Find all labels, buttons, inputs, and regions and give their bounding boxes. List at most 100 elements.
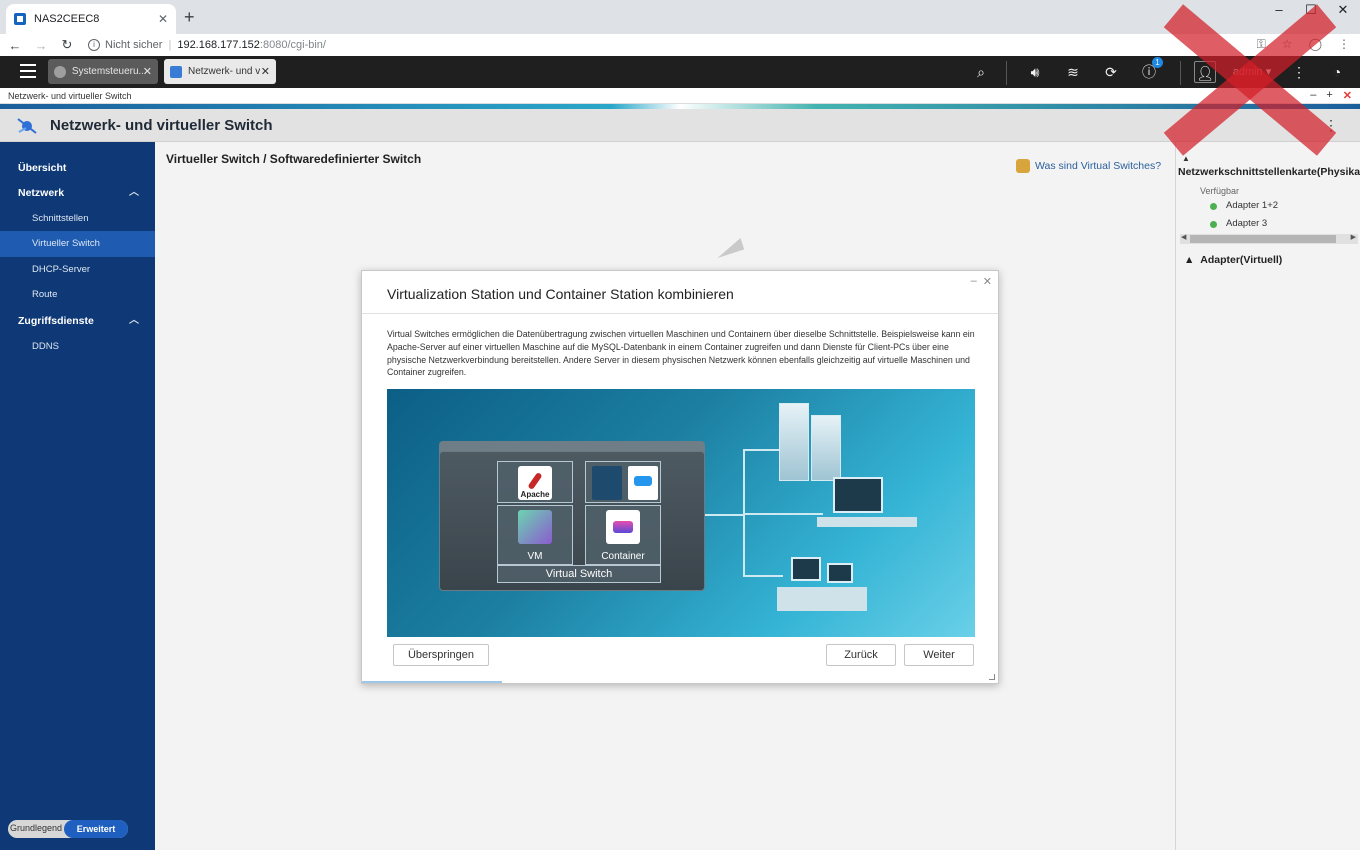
url-path[interactable]: :8080/cgi-bin/	[260, 39, 326, 51]
minimize-icon[interactable]: –	[971, 275, 977, 288]
chevron-up-icon: ︿	[129, 187, 139, 198]
monitor-icon	[791, 557, 821, 581]
wizard-dialog: – ✕ Virtualization Station und Container…	[361, 270, 999, 684]
maximize-icon[interactable]: ☐	[1302, 2, 1320, 18]
app-tab-label: Netzwerk- und v...	[188, 66, 260, 77]
reload-icon[interactable]: ↻	[56, 37, 78, 53]
network-switch-icon	[170, 65, 182, 78]
security-label: Nicht sicher	[105, 39, 163, 51]
sidebar-item-ddns[interactable]: DDNS	[0, 334, 155, 360]
scroll-left-icon[interactable]: ◀	[1181, 233, 1186, 241]
qnap-favicon-icon	[14, 13, 26, 25]
virtual-adapter-section-title[interactable]: ▲ Adapter(Virtuell)	[1184, 254, 1282, 266]
window-title: Netzwerk- und virtueller Switch	[8, 91, 132, 101]
apache-label: Apache	[520, 490, 550, 499]
mode-advanced-label[interactable]: Erweitert	[64, 820, 128, 838]
sidebar-group-zugriffsdienste[interactable]: Zugriffsdienste ︿	[0, 308, 155, 334]
virtualization-station-icon	[518, 510, 552, 544]
mode-basic-label[interactable]: Grundlegend	[10, 823, 62, 833]
sidebar-item-label: Route	[32, 289, 58, 300]
desk-icon	[777, 587, 867, 611]
skip-button[interactable]: Überspringen	[393, 644, 489, 666]
connection-line	[743, 513, 823, 515]
progress-indicator	[362, 681, 502, 683]
virtual-adapter-title-label: Adapter(Virtuell)	[1200, 254, 1283, 266]
background-tasks-icon[interactable]: ≋	[1062, 61, 1084, 83]
app-more-icon[interactable]: ⋮	[1324, 117, 1338, 134]
browser-tab[interactable]: NAS2CEEC8 ✕	[6, 4, 176, 34]
info-icon[interactable]: i	[88, 39, 100, 51]
scroll-right-icon[interactable]: ▶	[1351, 233, 1356, 241]
app-tab-systemsteuerung[interactable]: Systemsteueru... ✕	[48, 59, 158, 84]
hamburger-menu-icon[interactable]	[20, 64, 36, 78]
star-icon[interactable]: ☆	[1282, 37, 1293, 52]
close-icon[interactable]: ✕	[261, 65, 270, 78]
help-guide-icon	[1016, 159, 1030, 173]
dashboard-gauge-icon[interactable]: ◔	[1326, 61, 1348, 83]
mysql-logo-icon	[592, 466, 622, 500]
new-tab-plus-icon[interactable]: +	[184, 8, 195, 26]
container-label: Container	[601, 551, 645, 562]
sidebar-group-netzwerk[interactable]: Netzwerk ︿	[0, 180, 155, 206]
browser-actions: ⚿ ☆ ◯ ⋮	[1257, 37, 1350, 52]
mode-toggle[interactable]: Grundlegend Erweitert	[8, 820, 128, 838]
adapter-item[interactable]: Adapter 3	[1226, 218, 1267, 229]
connection-line	[705, 514, 745, 516]
monitor-icon	[833, 477, 883, 513]
sidebar: Übersicht Netzwerk ︿ Schnittstellen Virt…	[0, 142, 155, 850]
adapter-item[interactable]: Adapter 1+2	[1226, 200, 1278, 211]
back-arrow-icon[interactable]: ←	[4, 38, 26, 53]
search-icon[interactable]: ⌕	[970, 61, 992, 83]
adapter-panel: ▲ Netzwerkschnittstellenkarte(Physikalis…	[1175, 142, 1360, 850]
paper-plane-icon	[713, 237, 745, 259]
more-options-icon[interactable]: ⋮	[1288, 61, 1310, 83]
close-icon[interactable]: ✕	[983, 275, 992, 288]
container-station-icon	[606, 510, 640, 544]
url-host[interactable]: 192.168.177.152	[177, 39, 260, 51]
sidebar-item-dhcp-server[interactable]: DHCP-Server	[0, 257, 155, 283]
sidebar-item-schnittstellen[interactable]: Schnittstellen	[0, 206, 155, 232]
app-title: Netzwerk- und virtueller Switch	[50, 117, 273, 134]
minimize-icon[interactable]: –	[1310, 89, 1316, 102]
vm-block: VM	[497, 505, 573, 565]
key-icon[interactable]: ⚿	[1257, 37, 1266, 52]
help-link-label: Was sind Virtual Switches?	[1035, 160, 1162, 172]
close-tab-icon[interactable]: ✕	[158, 12, 168, 26]
close-icon[interactable]: ✕	[1343, 89, 1352, 102]
address-bar: ← → ↻ i Nicht sicher | 192.168.177.152 :…	[0, 34, 1360, 56]
forward-arrow-icon[interactable]: →	[30, 38, 52, 53]
dialog-title: Virtualization Station und Container Sta…	[387, 286, 734, 302]
sidebar-item-virtueller-switch[interactable]: Virtueller Switch	[0, 231, 155, 257]
horizontal-scrollbar[interactable]: ◀ ▶	[1180, 234, 1358, 244]
close-window-icon[interactable]: ✕	[1334, 2, 1352, 18]
collapse-arrow-icon[interactable]: ▲	[1182, 154, 1190, 163]
browser-tab-strip: NAS2CEEC8 ✕ + – ☐ ✕	[0, 0, 1360, 34]
network-switch-icon	[17, 118, 37, 134]
next-button[interactable]: Weiter	[904, 644, 974, 666]
help-link[interactable]: Was sind Virtual Switches?	[1016, 159, 1161, 173]
close-icon[interactable]: ✕	[143, 65, 152, 78]
notification-badge: 1	[1152, 57, 1163, 68]
mysql-docker-block	[585, 461, 661, 503]
user-menu[interactable]: admin ▾	[1228, 61, 1276, 83]
profile-icon[interactable]: ◯	[1309, 37, 1322, 52]
minimize-icon[interactable]: –	[1270, 2, 1288, 18]
maximize-icon[interactable]: +	[1326, 89, 1332, 102]
sync-icon[interactable]: ⟳	[1100, 61, 1122, 83]
scrollbar-thumb[interactable]	[1190, 235, 1336, 243]
qts-top-bar: Systemsteueru... ✕ Netzwerk- und v... ✕ …	[0, 56, 1360, 88]
sidebar-item-label: DDNS	[32, 341, 59, 352]
divider	[362, 313, 998, 314]
divider	[1180, 61, 1181, 85]
back-button[interactable]: Zurück	[826, 644, 896, 666]
vm-label: VM	[527, 551, 543, 562]
user-avatar-icon[interactable]: 👤︎	[1194, 61, 1216, 83]
sidebar-item-uebersicht[interactable]: Übersicht	[0, 155, 155, 181]
app-tab-netzwerk[interactable]: Netzwerk- und v... ✕	[164, 59, 276, 84]
container-block: Container	[585, 505, 661, 565]
volume-icon[interactable]: 🔊︎	[1024, 61, 1046, 83]
apache-logo-icon: Apache	[518, 466, 552, 500]
sidebar-item-route[interactable]: Route	[0, 282, 155, 308]
browser-menu-icon[interactable]: ⋮	[1338, 37, 1350, 52]
resize-grip-icon[interactable]	[989, 674, 995, 680]
